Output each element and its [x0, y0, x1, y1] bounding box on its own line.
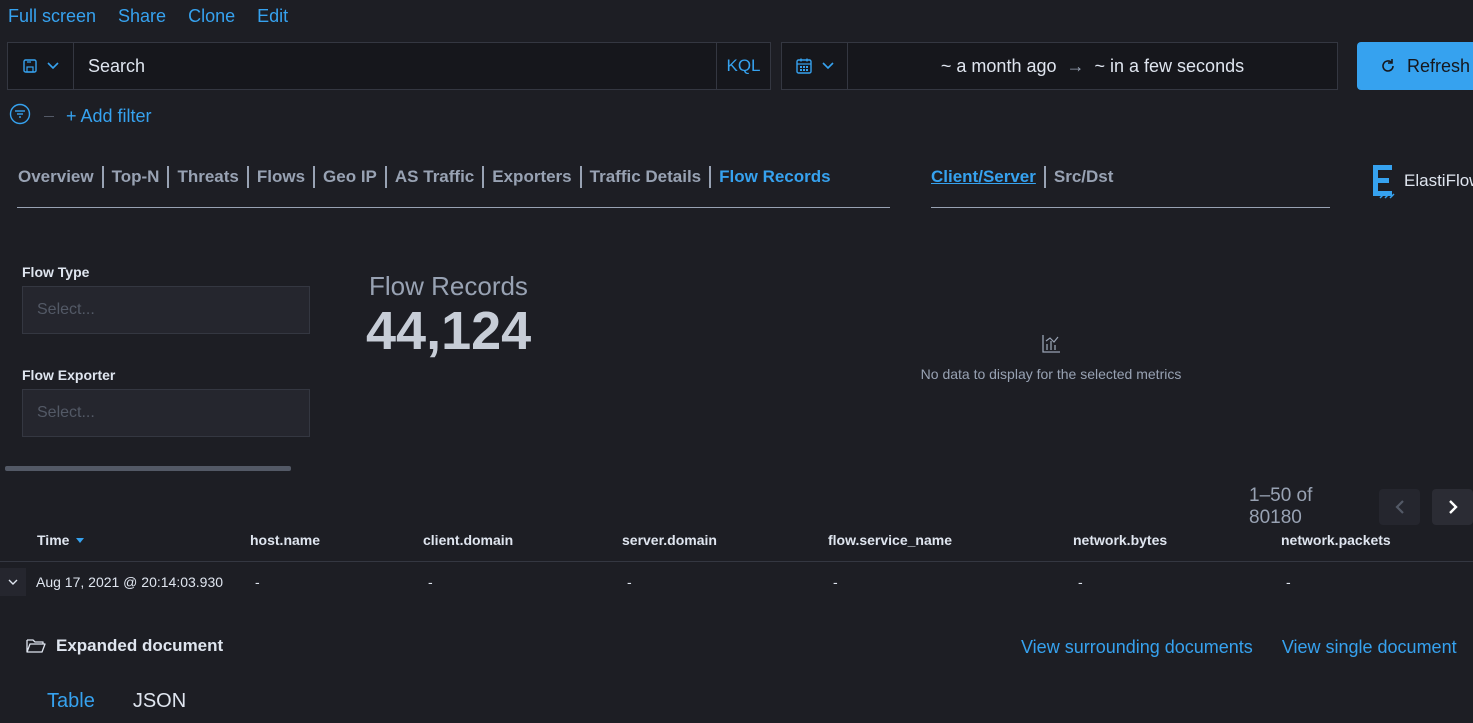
nav-separator — [246, 166, 249, 188]
refresh-label: Refresh — [1407, 55, 1471, 76]
table-cell-server-domain: - — [627, 574, 632, 590]
chevron-down-icon — [821, 62, 834, 70]
table-cell-network-packets: - — [1286, 574, 1291, 590]
view-nav: Client/Server Src/Dst — [931, 166, 1113, 188]
nav-tab-exporters[interactable]: Exporters — [492, 167, 571, 187]
nav-separator — [482, 166, 485, 188]
table-cell-time: Aug 17, 2021 @ 20:14:03.930 — [36, 574, 224, 590]
refresh-icon — [1382, 59, 1394, 72]
calendar-icon — [795, 58, 812, 74]
nav-separator — [1043, 166, 1046, 188]
table-cell-flow-service-name: - — [833, 574, 838, 590]
flow-exporter-select[interactable]: Select... — [22, 389, 310, 437]
nav-tab-flow-records[interactable]: Flow Records — [719, 167, 830, 187]
save-icon — [22, 59, 37, 73]
divider — [44, 116, 54, 117]
next-page-button[interactable] — [1432, 489, 1473, 525]
column-header-network-bytes[interactable]: network.bytes — [1073, 532, 1167, 548]
expanded-document-label: Expanded document — [56, 636, 224, 655]
column-header-server-domain[interactable]: server.domain — [622, 532, 717, 548]
view-tab-client-server[interactable]: Client/Server — [931, 167, 1036, 187]
chevron-left-icon — [1395, 500, 1404, 514]
table-cell-network-bytes: - — [1078, 574, 1083, 590]
metric-value: 44,124 — [366, 301, 532, 361]
nav-tab-as-traffic[interactable]: AS Traffic — [395, 167, 474, 187]
view-nav-underline — [931, 207, 1330, 208]
share-link[interactable]: Share — [118, 6, 166, 27]
nav-tab-threats[interactable]: Threats — [177, 167, 238, 187]
nav-tab-flows[interactable]: Flows — [257, 167, 305, 187]
query-bar: Search KQL — [7, 42, 771, 90]
elastiflow-logo-icon — [1373, 165, 1395, 199]
date-range: ~ a month ago → ~ in a few seconds — [848, 56, 1337, 77]
chevron-down-icon — [46, 62, 59, 70]
flow-exporter-label: Flow Exporter — [22, 367, 116, 383]
arrow-right-icon: → — [1066, 55, 1085, 76]
add-filter-button[interactable]: + Add filter — [66, 106, 152, 127]
visualize-icon — [900, 333, 1202, 358]
document-tabs: Table JSON — [47, 690, 186, 713]
nav-separator — [101, 166, 104, 188]
top-menu: Full screen Share Clone Edit — [8, 6, 288, 27]
column-header-time[interactable]: Time — [37, 532, 85, 548]
column-header-network-packets[interactable]: network.packets — [1281, 532, 1391, 548]
saved-query-button[interactable] — [8, 43, 74, 89]
view-tab-src-dst[interactable]: Src/Dst — [1054, 167, 1114, 187]
filter-icon — [9, 103, 31, 125]
nav-separator — [167, 166, 170, 188]
nav-tab-top-n[interactable]: Top-N — [112, 167, 160, 187]
query-language-button[interactable]: KQL — [716, 43, 770, 89]
empty-message: No data to display for the selected metr… — [920, 366, 1182, 382]
nav-separator — [579, 166, 582, 188]
dashboard-nav: Overview Top-N Threats Flows Geo IP AS T… — [18, 166, 831, 188]
end-date-button[interactable]: ~ in a few seconds — [1095, 56, 1245, 77]
chevron-down-icon — [8, 579, 18, 585]
view-surrounding-documents-link[interactable]: View surrounding documents — [1021, 637, 1253, 658]
pagination-text: 1–50 of 80180 — [1249, 485, 1313, 528]
document-links: View surrounding documents View single d… — [1021, 637, 1457, 658]
empty-chart-panel: No data to display for the selected metr… — [900, 333, 1202, 382]
table-cell-host-name: - — [255, 574, 260, 590]
nav-separator — [384, 166, 387, 188]
clone-link[interactable]: Clone — [188, 6, 235, 27]
column-header-flow-service-name[interactable]: flow.service_name — [828, 532, 952, 548]
full-screen-link[interactable]: Full screen — [8, 6, 96, 27]
tab-table[interactable]: Table — [47, 690, 95, 713]
date-picker: ~ a month ago → ~ in a few seconds — [781, 42, 1338, 90]
tab-json[interactable]: JSON — [133, 690, 186, 713]
logo-text: ElastiFlow — [1404, 171, 1473, 190]
nav-tab-geo-ip[interactable]: Geo IP — [323, 167, 377, 187]
expanded-document-header: Expanded document — [26, 636, 223, 656]
column-header-host-name[interactable]: host.name — [250, 532, 320, 548]
flow-type-select[interactable]: Select... — [22, 286, 310, 334]
folder-open-icon — [26, 639, 46, 653]
view-single-document-link[interactable]: View single document — [1282, 637, 1457, 658]
metric-label: Flow Records — [369, 271, 528, 301]
previous-page-button[interactable] — [1379, 489, 1421, 525]
filter-bar: + Add filter — [8, 102, 152, 131]
horizontal-scrollbar[interactable] — [5, 466, 291, 471]
filter-options-button[interactable] — [8, 102, 32, 131]
column-header-client-domain[interactable]: client.domain — [423, 532, 513, 548]
nav-separator — [709, 166, 712, 188]
refresh-button[interactable]: Refresh — [1357, 42, 1473, 90]
sort-down-icon — [76, 538, 85, 543]
collapse-row-button[interactable] — [0, 568, 26, 596]
nav-underline — [17, 207, 890, 208]
nav-tab-overview[interactable]: Overview — [18, 167, 94, 187]
start-date-button[interactable]: ~ a month ago — [941, 56, 1057, 77]
table-header-divider — [0, 561, 1473, 562]
search-input[interactable]: Search — [74, 56, 716, 77]
elastiflow-logo: ElastiFlow — [1370, 163, 1473, 199]
nav-separator — [313, 166, 316, 188]
table-cell-client-domain: - — [428, 574, 433, 590]
column-header-label: Time — [37, 532, 70, 548]
edit-link[interactable]: Edit — [257, 6, 288, 27]
pagination: 1–50 of 80180 — [1249, 485, 1473, 529]
nav-tab-traffic-details[interactable]: Traffic Details — [590, 167, 702, 187]
quick-select-button[interactable] — [782, 43, 848, 89]
chevron-right-icon — [1448, 500, 1458, 514]
flow-type-label: Flow Type — [22, 264, 90, 280]
